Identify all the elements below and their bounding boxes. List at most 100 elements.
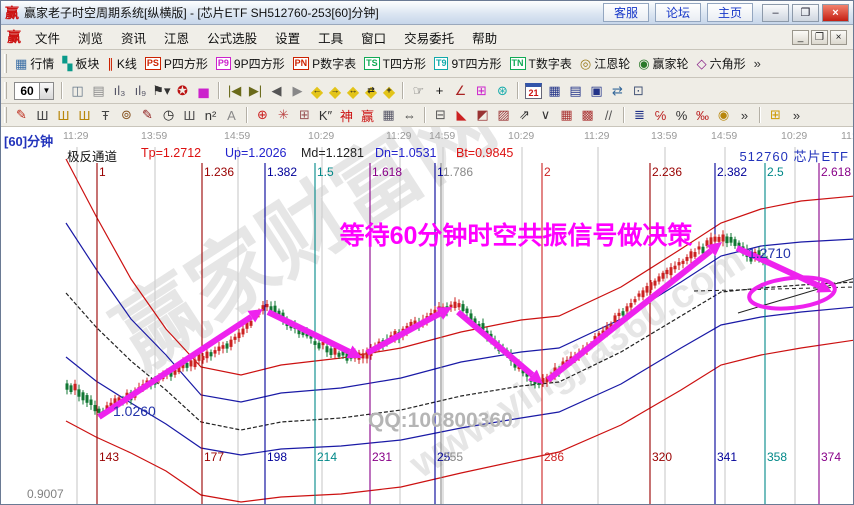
dia-center-button[interactable]: ◆ + (380, 81, 398, 101)
9p-square-button[interactable]: P9 9P四方形 (212, 54, 289, 73)
dia-left-button[interactable]: ◆ ← (308, 81, 326, 101)
angle-tool-icon[interactable]: ∠ (450, 81, 471, 101)
percent-button[interactable]: % (671, 106, 692, 124)
menu-item-2[interactable]: 浏览 (69, 26, 112, 49)
menu-item-8[interactable]: 窗口 (352, 26, 395, 49)
save-icon[interactable]: ▣ (586, 81, 607, 101)
menu-item-4[interactable]: 江恩 (155, 26, 198, 49)
v-waves-button[interactable]: ∨ (535, 106, 556, 124)
n-squared-button[interactable]: n² (200, 106, 221, 124)
menu-item-6[interactable]: 设置 (266, 26, 309, 49)
dia-expand-button[interactable]: ◆ ↔ (344, 81, 362, 101)
toolbar-separator (759, 107, 761, 123)
go-first-icon[interactable]: |◀ (224, 81, 245, 101)
cycle-figure-icon[interactable]: ✪ (172, 81, 193, 101)
kline-label: K线 (116, 57, 137, 71)
scale-list-button[interactable]: ≣ (629, 106, 650, 124)
gold-ruler-2-button[interactable]: Ш (74, 106, 95, 124)
hand-tool-icon[interactable]: ☞ (408, 81, 429, 101)
k-marks-button[interactable]: K″ (315, 106, 336, 124)
trend-arrows-button[interactable]: ⇗ (514, 106, 535, 124)
toolbar-overflow-button[interactable]: » (750, 56, 765, 71)
spiral-tool-button[interactable]: ⊚ (116, 106, 137, 124)
brush-tool-button[interactable]: ✎ (137, 106, 158, 124)
home-button[interactable]: 主页 (707, 3, 753, 22)
target-square-button[interactable]: ⊞ (294, 106, 315, 124)
dia-right-button[interactable]: ◆ → (326, 81, 344, 101)
dia-compress-button[interactable]: ◆ ⇄ (362, 81, 380, 101)
forum-button[interactable]: 论坛 (655, 3, 701, 22)
price-chart[interactable]: 赢家财富网www.yingjia360.com11431.2361771.382… (1, 127, 854, 505)
hexagon-button[interactable]: ◇ 六角形 (693, 54, 750, 73)
mirror-a-button[interactable]: A (221, 106, 242, 124)
cycle-ratio-label: 2.618 (821, 165, 851, 179)
t-number-table-button[interactable]: TN T数字表 (506, 54, 576, 73)
restore-button[interactable]: ❐ (792, 3, 819, 22)
box-lines-button[interactable]: ⊟ (430, 106, 451, 124)
close-button[interactable]: × (822, 3, 849, 22)
transfer-icon[interactable]: ⇄ (607, 81, 628, 101)
report-doc-icon[interactable]: ▤ (88, 81, 109, 101)
panel-overflow-button[interactable]: » (786, 106, 807, 124)
mdi-restore-button[interactable]: ❐ (811, 29, 828, 45)
menu-item-1[interactable]: 文件 (26, 26, 69, 49)
menu-item-10[interactable]: 帮助 (463, 26, 506, 49)
gold-ruler-1-button[interactable]: Ш (53, 106, 74, 124)
notebook-icon[interactable]: ▤ (565, 81, 586, 101)
grid-red-button[interactable]: ▦ (556, 106, 577, 124)
parallel-lines-button[interactable]: // (598, 106, 619, 124)
ying-tool-button[interactable]: 赢 (357, 106, 378, 124)
percent-ruler-button[interactable]: ℅ (650, 106, 671, 124)
p-square-button[interactable]: PS P四方形 (141, 54, 212, 73)
menu-item-3[interactable]: 资讯 (112, 26, 155, 49)
go-prev-icon[interactable]: ◀ (266, 81, 287, 101)
go-last-icon[interactable]: ▶| (245, 81, 266, 101)
fan-box-button[interactable]: ◩ (472, 106, 493, 124)
flag-marker-icon[interactable]: ⚑▾ (151, 81, 172, 101)
calculator-icon[interactable]: ▦ (544, 81, 565, 101)
quotes-button[interactable]: ▦ 行情 (11, 54, 58, 73)
ruler-tool-button[interactable]: Ш (32, 106, 53, 124)
target-circle-button[interactable]: ⊕ (252, 106, 273, 124)
winner-wheel-button[interactable]: ◉ 赢家轮 (634, 54, 692, 73)
chart-9-icon[interactable]: ıl₉ (130, 81, 151, 101)
chart-3-icon[interactable]: ıl₃ (109, 81, 130, 101)
grid-box-button[interactable]: ▩ (577, 106, 598, 124)
mdi-minimize-button[interactable]: _ (792, 29, 809, 45)
p-number-table-button[interactable]: PN P数字表 (289, 54, 361, 73)
fan-lines-button[interactable]: ◣ (451, 106, 472, 124)
pen-tool-button[interactable]: ✎ (11, 106, 32, 124)
volume-chart-icon[interactable]: ▅ (193, 81, 214, 101)
ruler-2-button[interactable]: Ш (179, 106, 200, 124)
t-square-button[interactable]: TS T四方形 (360, 54, 430, 73)
go-next-icon[interactable]: ▶ (287, 81, 308, 101)
starburst-button[interactable]: ✳ (273, 106, 294, 124)
f-ruler-button[interactable]: Ŧ (95, 106, 116, 124)
gold-circle-button[interactable]: ◉ (713, 106, 734, 124)
menu-item-7[interactable]: 工具 (309, 26, 352, 49)
brain-tool-icon[interactable]: ⊛ (492, 81, 513, 101)
menu-item-9[interactable]: 交易委托 (395, 26, 463, 49)
customer-service-button[interactable]: 客服 (603, 3, 649, 22)
calendar-button[interactable]: 21 (523, 81, 544, 101)
gann-wheel-button[interactable]: ◎ 江恩轮 (576, 54, 634, 73)
panel-grid-button[interactable]: ⊞ (765, 106, 786, 124)
menu-item-5[interactable]: 公式选股 (198, 26, 266, 49)
mdi-close-button[interactable]: × (830, 29, 847, 45)
pattern-tool-icon[interactable]: ◫ (67, 81, 88, 101)
draw-overflow-button[interactable]: » (734, 106, 755, 124)
kline-button[interactable]: ∥ K线 (103, 54, 141, 73)
width-marker-button[interactable]: ⇔ (399, 106, 420, 124)
crosshair-tool-icon[interactable]: + (429, 81, 450, 101)
shen-tool-button[interactable]: 神 (336, 106, 357, 124)
9t-square-button[interactable]: T9 9T四方形 (430, 54, 506, 73)
minimize-button[interactable]: – (762, 3, 789, 22)
square-tool-icon[interactable]: ⊞ (471, 81, 492, 101)
percent-line-button[interactable]: ‰ (692, 106, 713, 124)
box-fan-button[interactable]: ▨ (493, 106, 514, 124)
sectors-button[interactable]: ▚ 板块 (58, 54, 103, 73)
computer-icon[interactable]: ⊡ (628, 81, 649, 101)
period-select[interactable]: 60 ▼ (14, 81, 54, 100)
grid-123-button[interactable]: ▦ (378, 106, 399, 124)
time-circle-button[interactable]: ◷ (158, 106, 179, 124)
